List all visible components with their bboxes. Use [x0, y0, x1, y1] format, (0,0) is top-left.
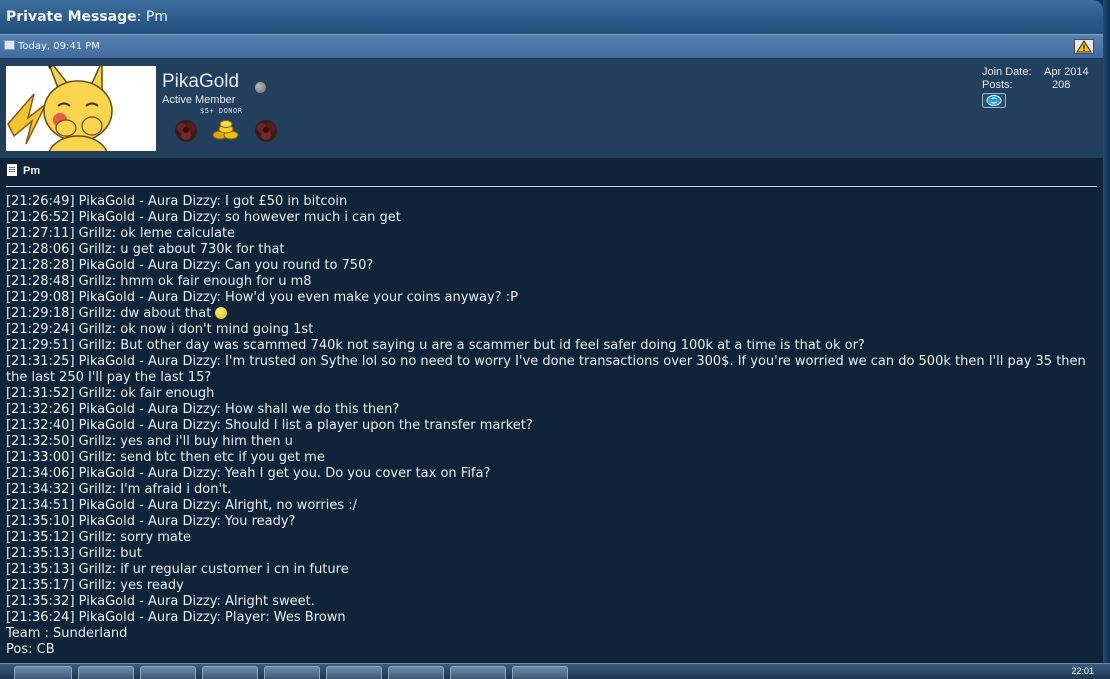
chat-line: [21:35:13] Grillz: but [6, 546, 142, 561]
gold-coins-badge-icon [212, 120, 239, 140]
screen: Private Message: Pm Today, 09:41 PM Pika… [0, 0, 1110, 679]
chat-line: [21:34:32] Grillz: I'm afraid i don't. [6, 482, 232, 497]
taskbar-app-button[interactable] [264, 666, 320, 679]
chat-line: [21:35:32] PikaGold - Aura Dizzy: Alrigh… [6, 594, 315, 609]
posts-label: Posts: [982, 79, 1013, 91]
smiley-icon [215, 307, 228, 319]
chat-line: [21:28:06] Grillz: u get about 730k for … [6, 242, 285, 257]
chat-line: [21:35:17] Grillz: yes ready [6, 578, 184, 593]
taskbar-app-button[interactable] [388, 666, 444, 679]
chat-line: [21:29:24] Grillz: ok now i don't mind g… [6, 322, 314, 337]
chat-line: Pos: CB [6, 642, 55, 657]
chat-line: [21:32:26] PikaGold - Aura Dizzy: How sh… [6, 402, 400, 417]
chat-line: [21:28:28] PikaGold - Aura Dizzy: Can yo… [6, 258, 374, 273]
taskbar-app-button[interactable] [326, 666, 382, 679]
chat-line: [21:32:40] PikaGold - Aura Dizzy: Should… [6, 418, 533, 433]
offline-dot-icon [255, 82, 266, 93]
user-info-panel: PikaGold Active Member $5+ DONOR Join Da… [0, 59, 1103, 158]
chat-line: [21:32:50] Grillz: yes and i'll buy him … [6, 434, 293, 449]
chat-line: [21:35:10] PikaGold - Aura Dizzy: You re… [6, 514, 296, 529]
chat-log: [21:26:49] PikaGold - Aura Dizzy: I got … [6, 194, 1096, 658]
user-title: Active Member [162, 94, 236, 106]
pikachu-avatar-image [6, 66, 156, 151]
chat-line: [21:33:00] Grillz: send btc then etc if … [6, 450, 325, 465]
chat-line: [21:28:48] Grillz: hmm ok fair enough fo… [6, 274, 312, 289]
taskbar-app-button[interactable] [512, 666, 568, 679]
chat-line: [21:26:52] PikaGold - Aura Dizzy: so how… [6, 210, 401, 225]
window-scroll-edge[interactable] [1103, 0, 1110, 663]
start-button[interactable] [14, 666, 72, 679]
divider [6, 186, 1097, 187]
chat-line: [21:35:12] Grillz: sorry mate [6, 530, 191, 545]
taskbar-app-button[interactable] [140, 666, 196, 679]
taskbar-clock[interactable]: 22:01 [1071, 666, 1094, 676]
dark-rose-badge-icon [255, 120, 277, 142]
message-title: Pm [7, 164, 40, 177]
chat-line: [21:34:06] PikaGold - Aura Dizzy: Yeah I… [6, 466, 491, 481]
taskbar-app-button[interactable] [78, 666, 134, 679]
post-date-bar: Today, 09:41 PM [0, 34, 1103, 59]
donor-label: $5+ DONOR [200, 107, 243, 115]
join-date: Apr 2014 [1044, 66, 1089, 78]
chat-line: [21:26:49] PikaGold - Aura Dizzy: I got … [6, 194, 348, 209]
document-icon [4, 40, 15, 50]
message-title-text: Pm [23, 165, 41, 177]
chat-line: Team : Sunderland [6, 626, 128, 641]
chat-line: [21:35:13] Grillz: if ur regular custome… [6, 562, 349, 577]
window-title: Private Message [6, 9, 137, 25]
chat-line: [21:27:11] Grillz: ok leme calculate [6, 226, 236, 241]
username[interactable]: PikaGold [162, 71, 239, 93]
avatar[interactable] [6, 66, 156, 151]
chat-line: [21:29:51] Grillz: But other day was sca… [6, 338, 865, 353]
warning-triangle-icon[interactable] [1074, 39, 1094, 54]
chat-line: [21:34:51] PikaGold - Aura Dizzy: Alrigh… [6, 498, 358, 513]
skype-icon[interactable] [982, 93, 1006, 108]
chat-line: [21:31:52] Grillz: ok fair enough [6, 386, 215, 401]
message-body: Pm [21:26:49] PikaGold - Aura Dizzy: I g… [0, 158, 1103, 663]
taskbar-app-button[interactable] [450, 666, 506, 679]
join-date-label: Join Date: [982, 66, 1032, 78]
chat-line: [21:29:08] PikaGold - Aura Dizzy: How'd … [6, 290, 518, 305]
post-count: 208 [1052, 79, 1071, 91]
dark-rose-badge-icon [175, 120, 197, 142]
message-document-icon [7, 164, 17, 176]
chat-line: [21:29:18] Grillz: dw about that [6, 306, 1096, 322]
window-title-bar: Private Message: Pm [0, 0, 1103, 34]
chat-line: [21:36:24] PikaGold - Aura Dizzy: Player… [6, 610, 346, 625]
window-subtitle: : Pm [136, 9, 168, 25]
taskbar: 22:01 [0, 663, 1110, 679]
chat-line: [21:31:25] PikaGold - Aura Dizzy: I'm tr… [6, 354, 1090, 385]
chat-line-text: [21:29:18] Grillz: dw about that [6, 306, 212, 321]
user-stats: Join Date: Apr 2014 Posts: 208 [982, 66, 1089, 92]
taskbar-app-button[interactable] [202, 666, 258, 679]
post-date: Today, 09:41 PM [18, 41, 100, 52]
